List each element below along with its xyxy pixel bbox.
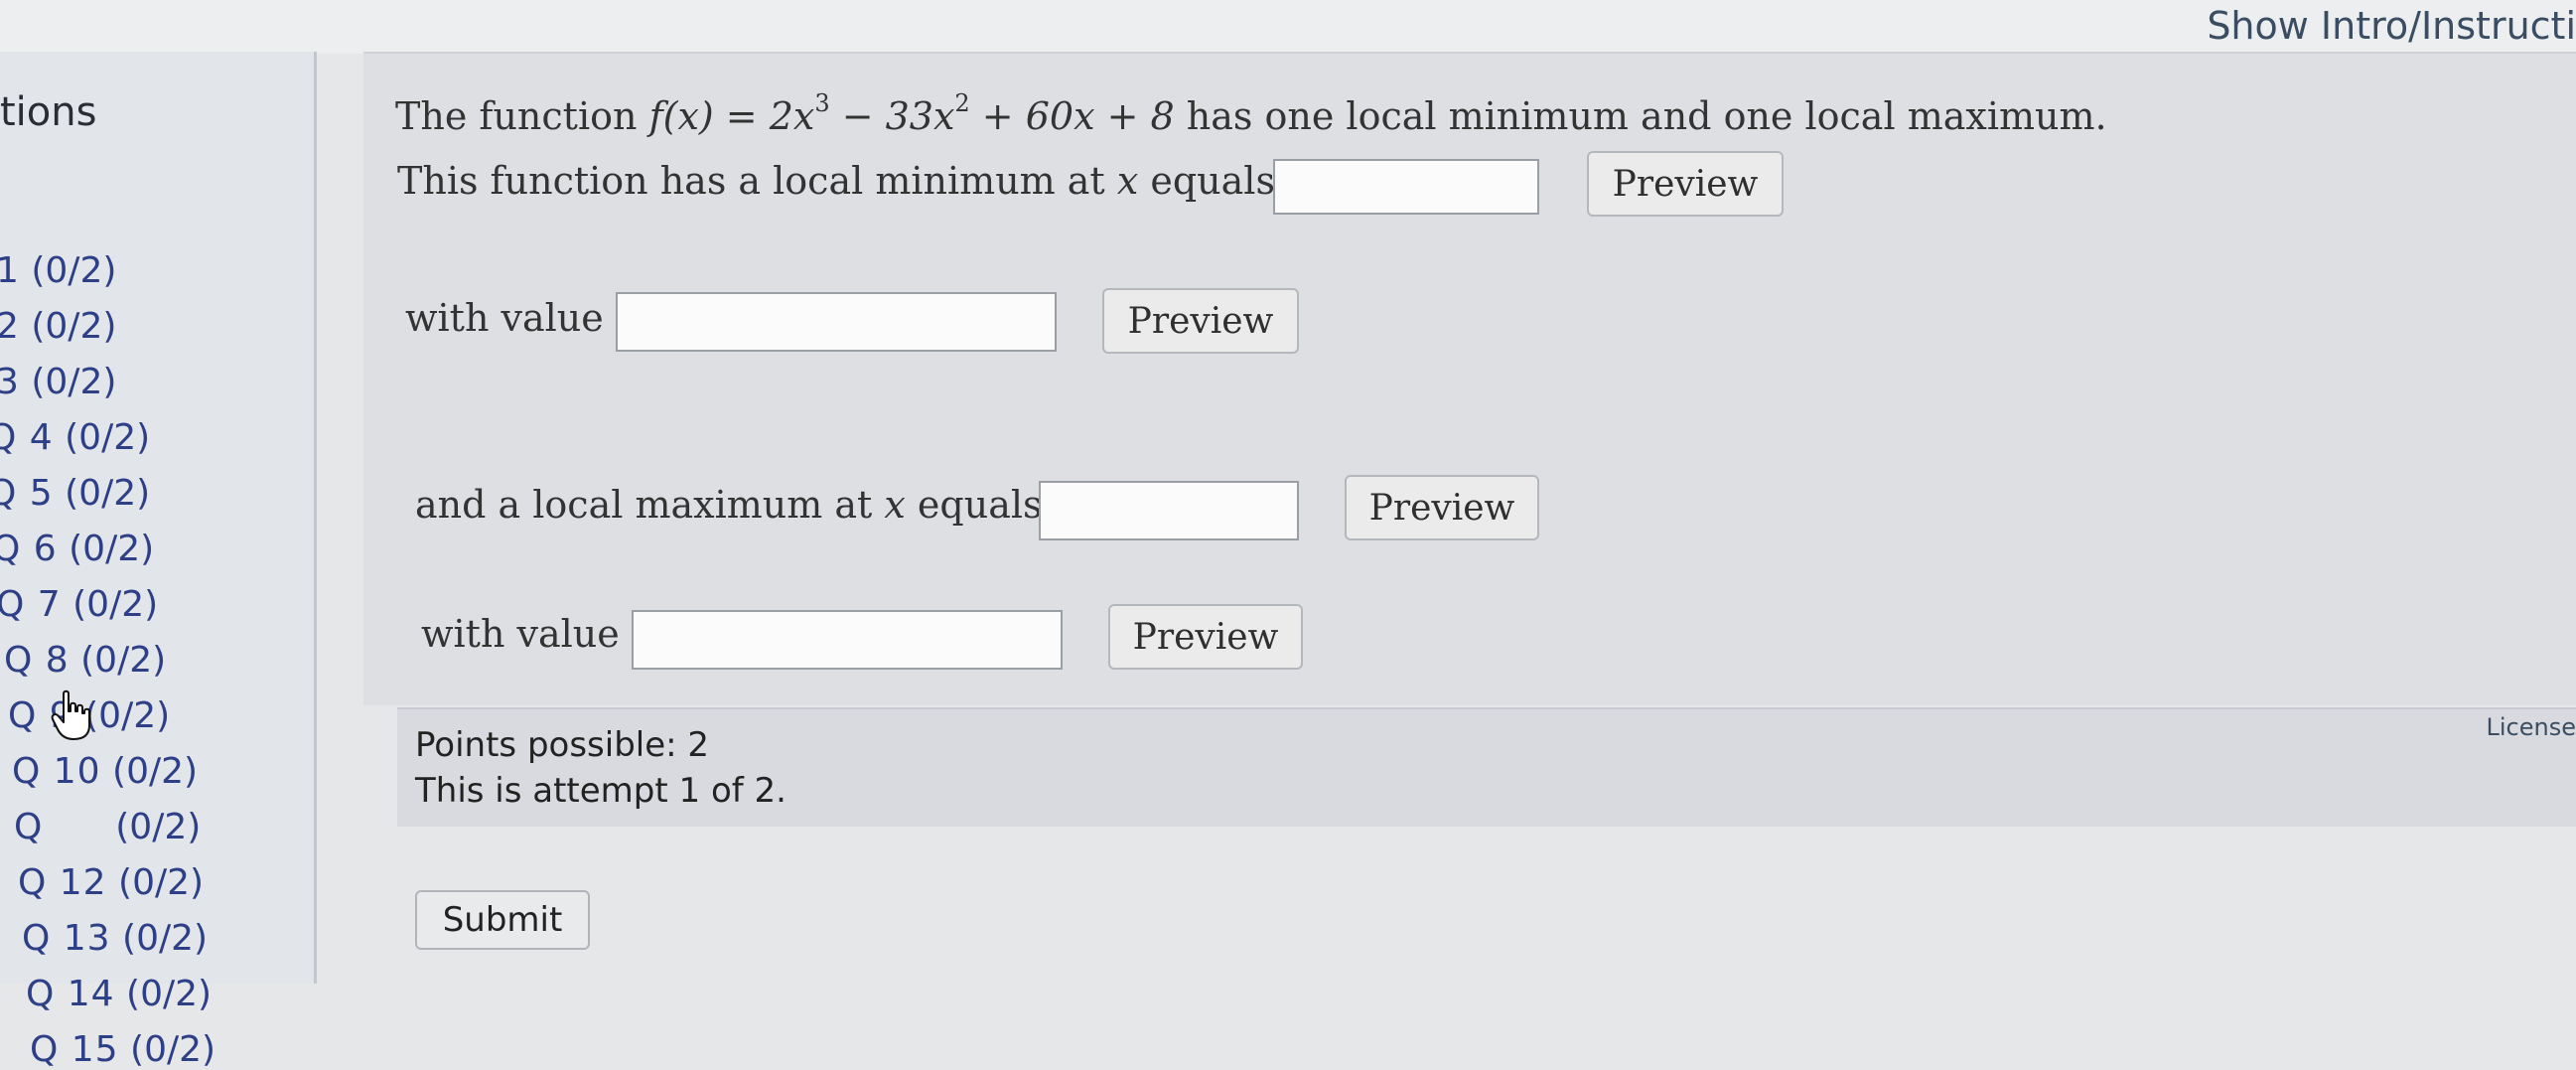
sidebar-item-q8[interactable]: Q 8 (0/2) xyxy=(4,640,166,681)
equals-word: equals xyxy=(917,483,1043,527)
max-x-preview-button[interactable]: Preview xyxy=(1345,475,1539,540)
question-score: (0/2) xyxy=(31,362,117,402)
max-x-input[interactable] xyxy=(1039,481,1299,540)
sidebar-item-q4[interactable]: Q 4 (0/2) xyxy=(0,417,150,458)
max-value-input[interactable] xyxy=(632,610,1063,670)
question-score: (0/2) xyxy=(69,529,155,569)
sidebar-item-q6[interactable]: Q 6 (0/2) xyxy=(0,529,154,569)
exponent-2: 2 xyxy=(954,89,970,117)
question-number: Q 13 xyxy=(22,918,111,959)
question-panel xyxy=(363,52,2576,705)
attempt-info: This is attempt 1 of 2. xyxy=(415,771,787,811)
sidebar-item-q3[interactable]: 3 (0/2) xyxy=(0,362,116,402)
min-x-label: This function has a local minimum at x e… xyxy=(397,159,1275,203)
max-x-text: and a local maximum at xyxy=(415,483,873,527)
submit-button[interactable]: Submit xyxy=(415,890,590,950)
question-number: Q 5 xyxy=(0,473,54,514)
question-score: (0/2) xyxy=(84,695,171,736)
license-link[interactable]: License xyxy=(2487,713,2576,741)
question-number: Q 6 xyxy=(0,529,58,569)
min-x-preview-button[interactable]: Preview xyxy=(1587,151,1784,217)
intro-suffix: has one local minimum and one local maxi… xyxy=(1186,94,2107,138)
term-1: 2x xyxy=(769,94,815,138)
term-2: 33x xyxy=(885,94,955,138)
sidebar-item-q11[interactable]: Q (0/2) xyxy=(14,807,201,847)
sidebar-item-q12[interactable]: Q 12 (0/2) xyxy=(18,862,204,903)
question-number: Q xyxy=(14,807,44,847)
sidebar-item-q1[interactable]: 1 (0/2) xyxy=(0,250,116,291)
question-intro: The function f(x) = 2x3 − 33x2 + 60x + 8… xyxy=(395,89,2107,138)
max-x-label: and a local maximum at x equals xyxy=(415,483,1043,527)
question-score: (0/2) xyxy=(115,807,202,847)
sidebar-item-q7[interactable]: Q 7 (0/2) xyxy=(0,584,158,625)
question-score: (0/2) xyxy=(31,306,117,347)
exponent-1: 3 xyxy=(814,89,830,117)
hand-pointer-icon xyxy=(51,689,90,740)
question-score: (0/2) xyxy=(80,640,167,681)
question-score: (0/2) xyxy=(118,862,205,903)
sidebar-item-q14[interactable]: Q 14 (0/2) xyxy=(26,974,212,1014)
function-arg: x xyxy=(677,94,699,138)
min-value-label: with value xyxy=(405,296,604,340)
question-number: Q 14 xyxy=(26,974,115,1014)
question-number: Q 4 xyxy=(0,417,54,458)
show-intro-link[interactable]: Show Intro/Instructi xyxy=(2207,4,2576,48)
question-score: (0/2) xyxy=(126,974,213,1014)
sidebar-item-q10[interactable]: Q 10 (0/2) xyxy=(12,751,198,792)
question-number: 3 xyxy=(0,362,20,402)
min-x-text: This function has a local minimum at xyxy=(397,159,1105,203)
max-value-label: with value xyxy=(421,612,620,656)
question-score: (0/2) xyxy=(130,1029,216,1070)
question-number: Q 15 xyxy=(30,1029,119,1070)
question-number: Q 7 xyxy=(0,584,62,625)
min-value-preview-button[interactable]: Preview xyxy=(1102,288,1299,354)
sidebar-title: tions xyxy=(0,89,97,135)
sidebar-item-q13[interactable]: Q 13 (0/2) xyxy=(22,918,208,959)
question-score: (0/2) xyxy=(122,918,209,959)
question-number: Q 8 xyxy=(4,640,70,681)
question-score: (0/2) xyxy=(112,751,199,792)
points-possible: Points possible: 2 xyxy=(415,725,710,765)
max-value-preview-button[interactable]: Preview xyxy=(1108,604,1303,670)
question-number: Q 10 xyxy=(12,751,101,792)
question-number: 2 xyxy=(0,306,20,347)
intro-prefix: The function xyxy=(395,94,638,138)
sidebar-item-q5[interactable]: Q 5 (0/2) xyxy=(0,473,150,514)
top-strip xyxy=(0,0,2576,54)
question-score: (0/2) xyxy=(65,473,151,514)
sidebar-item-q15[interactable]: Q 15 (0/2) xyxy=(30,1029,215,1070)
x-variable: x xyxy=(884,483,906,527)
question-score: (0/2) xyxy=(72,584,159,625)
question-score: (0/2) xyxy=(65,417,151,458)
term-3: + 60x + 8 xyxy=(981,94,1175,138)
function-expression: f(x) = 2x3 − 33x2 + 60x + 8 xyxy=(648,89,1175,138)
function-name: f xyxy=(648,94,663,138)
x-variable: x xyxy=(1116,159,1139,203)
question-number: Q 12 xyxy=(18,862,107,903)
question-score: (0/2) xyxy=(31,250,117,291)
question-number: 1 xyxy=(0,250,20,291)
equals-word: equals xyxy=(1150,159,1275,203)
min-value-input[interactable] xyxy=(616,292,1057,352)
min-x-input[interactable] xyxy=(1273,159,1539,215)
sidebar-item-q2[interactable]: 2 (0/2) xyxy=(0,306,116,347)
